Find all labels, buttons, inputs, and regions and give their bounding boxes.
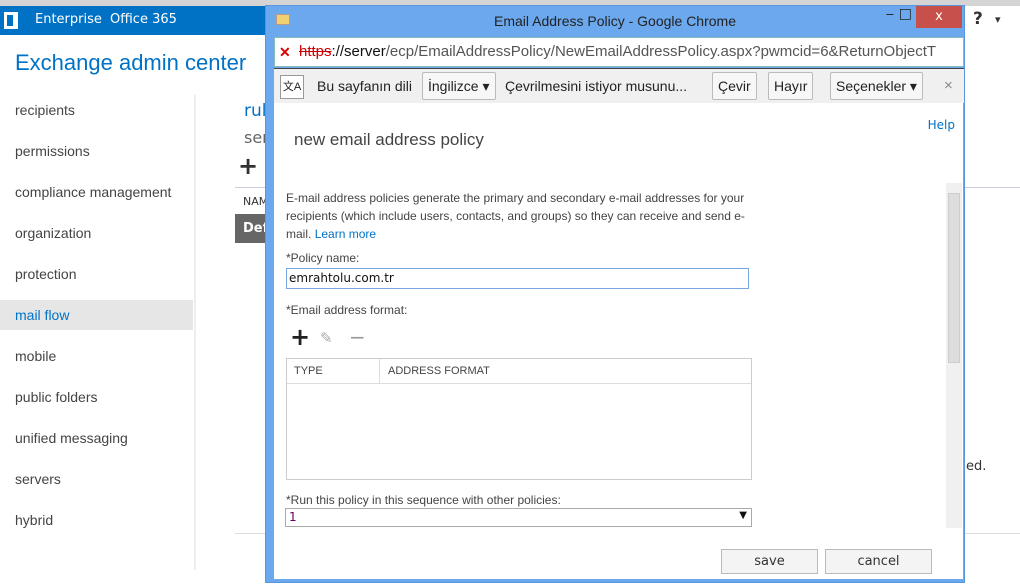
save-button[interactable]: save bbox=[721, 549, 818, 574]
address-bar[interactable]: ✕ https://server/ecp/EmailAddressPolicy/… bbox=[274, 37, 964, 67]
window-title: Email Address Policy - Google Chrome bbox=[494, 13, 736, 29]
nav-item-unified-messaging[interactable]: unified messaging bbox=[15, 430, 128, 446]
translate-question: Çevrilmesini istiyor musunu... bbox=[505, 78, 688, 94]
no-button[interactable]: Hayır bbox=[768, 72, 814, 100]
help-link[interactable]: Help bbox=[928, 118, 955, 132]
bg-text: ed. bbox=[966, 459, 987, 474]
nav-item-mail-flow[interactable]: mail flow bbox=[15, 307, 69, 323]
email-format-label: *Email address format: bbox=[286, 303, 408, 317]
translate-icon: 文A bbox=[280, 75, 304, 99]
column-address-format[interactable]: ADDRESS FORMAT bbox=[388, 365, 490, 377]
dialog-title: new email address policy bbox=[294, 130, 484, 149]
dialog-content: Help new email address policy E-mail add… bbox=[274, 103, 963, 579]
sequence-value: 1 bbox=[289, 510, 297, 524]
column-type[interactable]: TYPE bbox=[294, 365, 323, 377]
help-area: ? ▾ bbox=[965, 6, 1020, 35]
help-caret-icon[interactable]: ▾ bbox=[995, 13, 1001, 26]
nav-item-compliance-management[interactable]: compliance management bbox=[15, 184, 171, 200]
language-value: İngilizce bbox=[428, 78, 479, 94]
maximize-button[interactable]: □ bbox=[899, 6, 912, 22]
scrollbar-thumb[interactable] bbox=[948, 193, 960, 363]
remove-icon[interactable]: − bbox=[349, 325, 366, 349]
sequence-label: *Run this policy in this sequence with o… bbox=[286, 493, 561, 507]
edit-pencil-icon[interactable]: ✎ bbox=[320, 329, 333, 347]
chrome-popup-window: Email Address Policy - Google Chrome ‒ □… bbox=[265, 5, 965, 583]
nav-item-organization[interactable]: organization bbox=[15, 225, 91, 241]
nav-item-public-folders[interactable]: public folders bbox=[15, 389, 98, 405]
url-scheme: https bbox=[299, 43, 332, 60]
url-host: ://server bbox=[331, 43, 386, 60]
app-title: Exchange admin center bbox=[15, 50, 247, 75]
bg-row-default[interactable]: Def bbox=[235, 214, 268, 243]
translate-close-icon[interactable]: × bbox=[944, 77, 953, 94]
scrollbar[interactable] bbox=[946, 183, 962, 528]
insecure-lock-icon: ✕ bbox=[279, 44, 291, 60]
add-icon[interactable]: + bbox=[290, 323, 310, 351]
divider bbox=[194, 95, 196, 570]
options-dropdown[interactable]: Seçenekler ▾ bbox=[830, 72, 923, 100]
options-label: Seçenekler bbox=[836, 78, 907, 94]
office-logo-icon bbox=[4, 12, 18, 29]
policy-name-label: *Policy name: bbox=[286, 251, 360, 265]
translate-prefix: Bu sayfanın dili bbox=[317, 78, 412, 94]
tab-office365[interactable]: Office 365 bbox=[110, 12, 177, 27]
close-button[interactable]: x bbox=[916, 6, 962, 28]
address-format-table: TYPE ADDRESS FORMAT bbox=[286, 358, 752, 480]
nav-item-permissions[interactable]: permissions bbox=[15, 143, 90, 159]
bg-tab-rules[interactable]: rul bbox=[244, 101, 267, 121]
language-dropdown[interactable]: İngilizce ▾ bbox=[422, 72, 496, 100]
sequence-select[interactable]: 1 ▼ bbox=[285, 508, 752, 527]
nav-item-mobile[interactable]: mobile bbox=[15, 348, 56, 364]
cancel-button[interactable]: cancel bbox=[825, 549, 932, 574]
learn-more-link[interactable]: Learn more bbox=[315, 227, 376, 241]
bg-add-icon[interactable]: + bbox=[238, 152, 258, 180]
nav-item-hybrid[interactable]: hybrid bbox=[15, 512, 53, 528]
minimize-button[interactable]: ‒ bbox=[886, 7, 894, 22]
policy-name-input[interactable]: emrahtolu.com.tr bbox=[286, 268, 749, 289]
dropdown-arrow-icon: ▼ bbox=[739, 510, 747, 521]
translate-bar: 文A Bu sayfanın dili İngilizce ▾ Çevrilme… bbox=[274, 68, 964, 103]
nav-item-recipients[interactable]: recipients bbox=[15, 102, 75, 118]
nav-item-servers[interactable]: servers bbox=[15, 471, 61, 487]
url-path: /ecp/EmailAddressPolicy/NewEmailAddressP… bbox=[385, 43, 937, 60]
tab-enterprise[interactable]: Enterprise bbox=[35, 12, 102, 27]
help-icon[interactable]: ? bbox=[973, 9, 983, 29]
translate-button[interactable]: Çevir bbox=[712, 72, 757, 100]
nav-item-protection[interactable]: protection bbox=[15, 266, 76, 282]
